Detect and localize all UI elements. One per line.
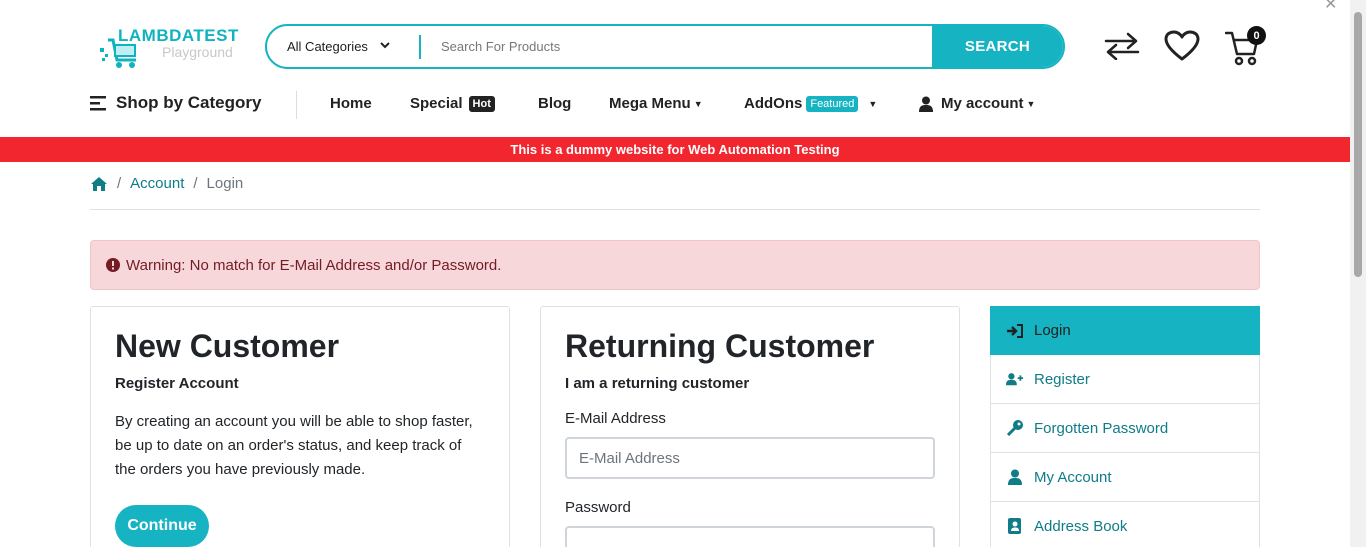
side-item-address-book[interactable]: Address Book: [990, 502, 1260, 547]
home-icon[interactable]: [90, 176, 108, 192]
search-bar: All Categories SEARCH: [265, 24, 1065, 69]
returning-customer-subtitle: I am a returning customer: [565, 375, 750, 393]
breadcrumb-account-link[interactable]: Account: [130, 175, 184, 192]
caret-down-icon: ▼: [868, 98, 878, 109]
side-item-label: My Account: [1034, 468, 1112, 486]
user-plus-icon: [1006, 372, 1024, 386]
scrollbar-thumb[interactable]: [1354, 12, 1362, 277]
shop-by-category-label: Shop by Category: [116, 93, 262, 112]
sign-in-icon: [1006, 323, 1024, 338]
returning-customer-title: Returning Customer: [565, 328, 875, 364]
category-select[interactable]: All Categories: [267, 34, 421, 59]
new-customer-title: New Customer: [115, 328, 340, 364]
page-scrollbar[interactable]: [1350, 0, 1366, 547]
nav-special[interactable]: Special Hot: [410, 95, 495, 112]
side-item-my-account[interactable]: My Account: [990, 453, 1260, 502]
notice-banner: This is a dummy website for Web Automati…: [0, 137, 1350, 162]
main-nav: Shop by Category Home Special Hot Blog M…: [0, 90, 1366, 120]
compare-icon[interactable]: [1104, 32, 1140, 60]
breadcrumb: / Account / Login: [90, 175, 243, 192]
nav-mega-menu[interactable]: Mega Menu ▼: [609, 95, 703, 112]
caret-down-icon: ▼: [1026, 98, 1036, 109]
warning-alert: Warning: No match for E-Mail Address and…: [90, 240, 1260, 290]
cart-count-badge: 0: [1247, 26, 1266, 45]
account-side-menu: Login Register Forgotten Password My Acc…: [990, 306, 1260, 547]
password-label: Password: [565, 499, 631, 517]
nav-divider: [296, 91, 297, 119]
nav-home[interactable]: Home: [330, 95, 372, 112]
category-select-value: All Categories: [287, 39, 368, 54]
featured-badge: Featured: [806, 95, 859, 112]
nav-home-label: Home: [330, 95, 372, 112]
menu-bars-icon: [90, 96, 106, 111]
nav-blog[interactable]: Blog: [538, 95, 571, 112]
logo-subtitle: Playground: [162, 44, 233, 60]
nav-my-account[interactable]: My account ▼: [919, 95, 1035, 112]
new-customer-description: By creating an account you will be able …: [115, 413, 473, 479]
chevron-down-icon: [380, 41, 390, 52]
search-input[interactable]: [421, 26, 932, 67]
nav-addons[interactable]: AddOns Featured ▼: [744, 95, 877, 112]
side-item-register[interactable]: Register: [990, 355, 1260, 404]
user-icon: [919, 96, 933, 112]
password-field[interactable]: [565, 526, 935, 547]
shop-by-category-button[interactable]: Shop by Category: [90, 93, 261, 113]
continue-button[interactable]: Continue: [115, 505, 209, 547]
nav-my-account-label: My account: [941, 95, 1024, 112]
email-label: E-Mail Address: [565, 410, 666, 428]
caret-down-icon: ▼: [693, 98, 703, 109]
user-icon: [1006, 469, 1024, 485]
logo-title: LAMBDATEST: [118, 26, 239, 45]
side-item-label: Forgotten Password: [1034, 419, 1169, 437]
side-item-label: Login: [1034, 322, 1071, 339]
side-item-label: Register: [1034, 370, 1090, 388]
breadcrumb-separator: /: [193, 175, 198, 192]
breadcrumb-current: Login: [206, 175, 244, 192]
wishlist-heart-icon[interactable]: [1164, 30, 1200, 62]
nav-blog-label: Blog: [538, 95, 572, 112]
nav-special-label: Special: [410, 95, 463, 112]
returning-customer-card: Returning Customer I am a returning cust…: [540, 306, 960, 547]
search-button[interactable]: SEARCH: [932, 26, 1063, 67]
address-book-icon: [1006, 518, 1024, 534]
breadcrumb-divider: [90, 209, 1260, 210]
key-icon: [1006, 420, 1024, 436]
nav-mega-menu-label: Mega Menu: [609, 95, 691, 112]
side-item-forgotten-password[interactable]: Forgotten Password: [990, 404, 1260, 453]
email-field[interactable]: [565, 437, 935, 480]
warning-alert-text: Warning: No match for E-Mail Address and…: [126, 256, 502, 274]
side-item-label: Address Book: [1034, 517, 1128, 535]
hot-badge: Hot: [468, 95, 495, 112]
new-customer-card: New Customer Register Account By creatin…: [90, 306, 510, 547]
breadcrumb-separator: /: [117, 175, 122, 192]
side-item-login[interactable]: Login: [990, 306, 1260, 355]
exclamation-circle-icon: [106, 258, 120, 272]
nav-addons-label: AddOns: [744, 95, 803, 112]
site-logo[interactable]: LAMBDATEST Playground: [100, 26, 250, 72]
close-icon[interactable]: ✕: [1324, 0, 1337, 14]
register-account-heading: Register Account: [115, 375, 239, 393]
